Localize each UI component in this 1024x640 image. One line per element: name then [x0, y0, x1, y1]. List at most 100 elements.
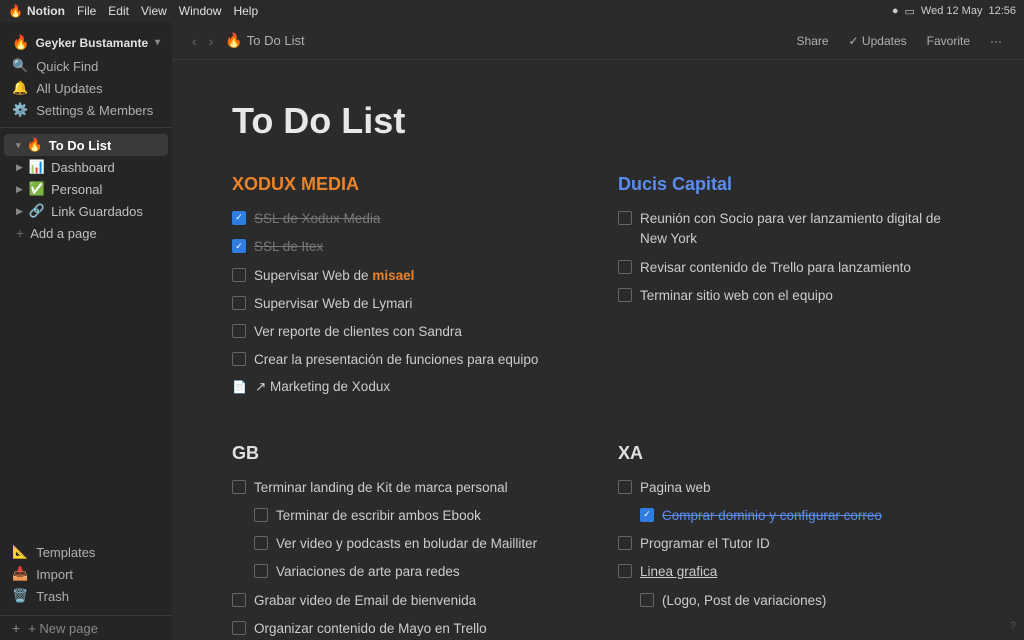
menu-bar-items: File Edit View Window Help [77, 4, 258, 18]
todo-pagina-web: Pagina web [618, 478, 964, 498]
todo-text-video-podcasts: Ver video y podcasts en boludar de Maill… [276, 534, 578, 554]
sidebar-import[interactable]: 📥 Import [0, 563, 172, 585]
checkbox-logo[interactable] [640, 593, 654, 607]
menu-file[interactable]: File [77, 4, 96, 18]
menu-bar-right: ● ▭ Wed 12 May 12:56 [892, 5, 1016, 18]
sidebar-templates[interactable]: 📐 Templates [0, 541, 172, 563]
todo-supervisar-lymari: Supervisar Web de Lymari [232, 294, 578, 314]
checkbox-variaciones[interactable] [254, 564, 268, 578]
share-button[interactable]: Share [791, 32, 835, 50]
gb-heading: GB [232, 443, 578, 464]
sidebar-trash[interactable]: 🗑️ Trash [0, 585, 172, 607]
todo-text-programar: Programar el Tutor ID [640, 534, 964, 554]
todo-presentacion: Crear la presentación de funciones para … [232, 350, 578, 370]
todo-variaciones: Variaciones de arte para redes [254, 562, 578, 582]
help-hint[interactable]: ? [1010, 620, 1016, 632]
menu-edit[interactable]: Edit [108, 4, 129, 18]
updates-icon: 🔔 [12, 80, 28, 96]
todo-text-ssl-xodux: SSL de Xodux Media [254, 209, 578, 229]
checkbox-ebook[interactable] [254, 508, 268, 522]
checkbox-reporte[interactable] [232, 324, 246, 338]
menu-view[interactable]: View [141, 4, 167, 18]
sidebar-item-links[interactable]: ▶ 🔗 Link Guardados [4, 200, 168, 222]
checkbox-programar[interactable] [618, 536, 632, 550]
section-ducis: Ducis Capital Reunión con Socio para ver… [618, 174, 964, 403]
quick-find-label: Quick Find [36, 59, 98, 74]
add-icon: + [16, 225, 24, 241]
sidebar-quick-find[interactable]: 🔍 Quick Find [0, 55, 172, 77]
settings-icon: ⚙️ [12, 102, 28, 118]
todo-text-revisar-trello: Revisar contenido de Trello para lanzami… [640, 258, 964, 278]
todo-ebook: Terminar de escribir ambos Ebook [254, 506, 578, 526]
links-icon: 🔗 [29, 203, 45, 219]
sidebar-settings[interactable]: ⚙️ Settings & Members [0, 99, 172, 121]
checkbox-organizar[interactable] [232, 621, 246, 635]
todo-landing: Terminar landing de Kit de marca persona… [232, 478, 578, 498]
updates-button[interactable]: ✓ Updates [843, 32, 913, 50]
new-page-button[interactable]: + + New page [0, 615, 172, 640]
todo-text-comprar-dominio: Comprar dominio y configurar correo [662, 506, 964, 526]
checkbox-comprar-dominio[interactable] [640, 508, 654, 522]
sidebar-item-dashboard[interactable]: ▶ 📊 Dashboard [4, 156, 168, 178]
help-icon: ? [1010, 620, 1016, 632]
sidebar-item-todo[interactable]: ▾ 🔥 To Do List [4, 134, 168, 156]
favorite-button[interactable]: Favorite [921, 32, 976, 50]
todo-text-variaciones: Variaciones de arte para redes [276, 562, 578, 582]
link-icon: 📄 [232, 380, 247, 394]
checkbox-revisar-trello[interactable] [618, 260, 632, 274]
app-icon: 🔥 [8, 4, 23, 18]
sidebar-item-personal[interactable]: ▶ ✅ Personal [4, 178, 168, 200]
sidebar-user[interactable]: 🔥 Geyker Bustamante ▾ [0, 30, 172, 55]
menu-help[interactable]: Help [233, 4, 258, 18]
wifi-icon: ● [892, 5, 899, 17]
back-button[interactable]: ‹ [188, 31, 201, 51]
chevron-todo: ▾ [16, 140, 21, 151]
menu-window[interactable]: Window [179, 4, 222, 18]
checkbox-ssl-xodux[interactable] [232, 211, 246, 225]
personal-icon: ✅ [29, 181, 45, 197]
todo-terminar-sitio: Terminar sitio web con el equipo [618, 286, 964, 306]
all-updates-label: All Updates [36, 81, 102, 96]
todo-text-reporte: Ver reporte de clientes con Sandra [254, 322, 578, 342]
settings-label: Settings & Members [36, 103, 153, 118]
todo-reporte: Ver reporte de clientes con Sandra [232, 322, 578, 342]
checkbox-reunion[interactable] [618, 211, 632, 225]
checkbox-video-podcasts[interactable] [254, 536, 268, 550]
checkbox-landing[interactable] [232, 480, 246, 494]
battery-icon: ▭ [905, 5, 915, 18]
todo-grabar: Grabar video de Email de bienvenida [232, 591, 578, 611]
search-icon: 🔍 [12, 58, 28, 74]
breadcrumb-icon: 🔥 [225, 32, 242, 49]
breadcrumb: 🔥 To Do List [225, 32, 304, 49]
linked-text: ↗ Marketing de Xodux [255, 379, 390, 395]
section-xa: XA Pagina web Comprar dominio y configur… [618, 443, 964, 640]
checkbox-presentacion[interactable] [232, 352, 246, 366]
checkbox-pagina-web[interactable] [618, 480, 632, 494]
checkbox-ssl-itex[interactable] [232, 239, 246, 253]
import-label: Import [36, 567, 73, 582]
checkbox-linea-grafica[interactable] [618, 564, 632, 578]
time: 12:56 [988, 5, 1016, 17]
page-title: To Do List [232, 100, 964, 142]
todo-text-terminar-sitio: Terminar sitio web con el equipo [640, 286, 964, 306]
checkbox-grabar[interactable] [232, 593, 246, 607]
templates-icon: 📐 [12, 544, 28, 560]
more-button[interactable]: ··· [984, 32, 1008, 50]
sidebar-item-add[interactable]: + Add a page [4, 222, 168, 244]
menu-bar-icons: ● ▭ Wed 12 May 12:56 [892, 5, 1016, 18]
main-content: ‹ › 🔥 To Do List Share ✓ Updates Favorit… [172, 22, 1024, 640]
sidebar-all-updates[interactable]: 🔔 All Updates [0, 77, 172, 99]
page-content: To Do List XODUX MEDIA SSL de Xodux Medi… [172, 60, 1024, 640]
checkbox-supervisar-lymari[interactable] [232, 296, 246, 310]
forward-button[interactable]: › [205, 31, 218, 51]
user-icon: 🔥 [12, 34, 29, 51]
checkbox-terminar-sitio[interactable] [618, 288, 632, 302]
linked-marketing[interactable]: 📄 ↗ Marketing de Xodux [232, 379, 578, 395]
todo-text-linea-grafica: Linea grafica [640, 562, 964, 582]
app-name[interactable]: 🔥 Notion [8, 4, 65, 18]
checkbox-supervisar-misael[interactable] [232, 268, 246, 282]
chevron-personal: ▶ [16, 184, 23, 195]
todo-icon: 🔥 [27, 137, 43, 153]
clock: Wed 12 May [921, 5, 983, 17]
todo-text-grabar: Grabar video de Email de bienvenida [254, 591, 578, 611]
